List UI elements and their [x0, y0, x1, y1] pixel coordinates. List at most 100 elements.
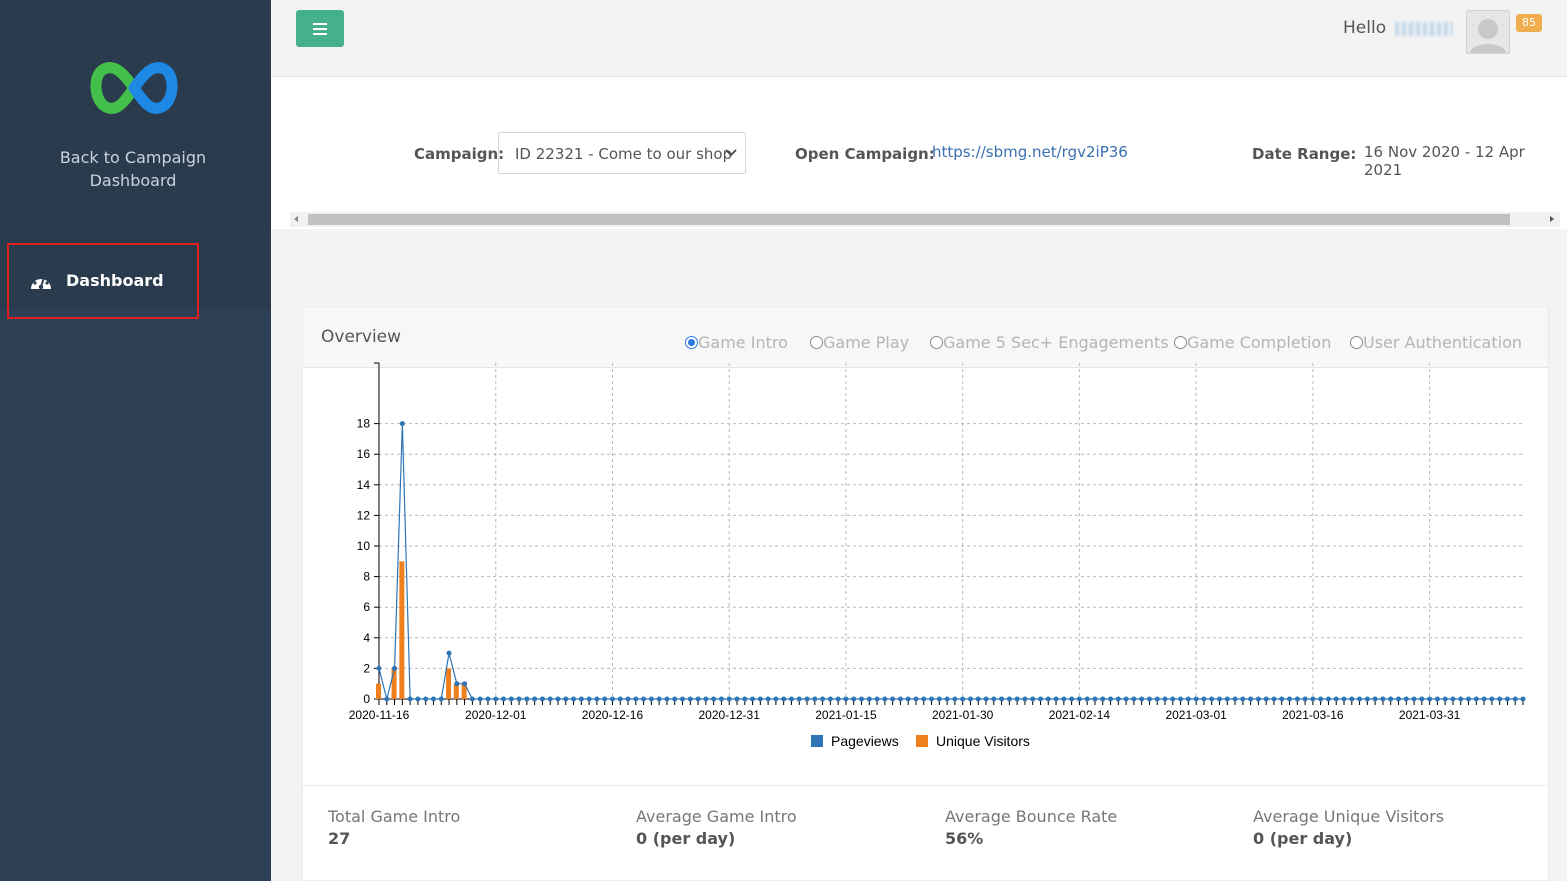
pageviews-point: [1458, 696, 1464, 702]
pageviews-point: [438, 696, 444, 702]
scroll-left-arrow-icon[interactable]: [294, 216, 298, 222]
pageviews-point: [1364, 696, 1370, 702]
top-bar: Hello 85: [271, 0, 1567, 77]
pageviews-point: [703, 696, 709, 702]
notification-badge[interactable]: 85: [1516, 14, 1542, 32]
pageviews-point: [1255, 696, 1261, 702]
pageviews-point: [757, 696, 763, 702]
dashboard-gauge-icon: [31, 276, 51, 290]
y-tick-label: 6: [363, 600, 370, 614]
campaign-select-value: ID 22321 - Come to our shop: [515, 145, 733, 163]
pageviews-point: [571, 696, 577, 702]
pageviews-point: [462, 681, 468, 687]
pageviews-point: [1162, 696, 1168, 702]
back-to-campaign-dashboard-link[interactable]: Back to Campaign Dashboard: [20, 146, 246, 192]
pageviews-point: [773, 696, 779, 702]
menu-toggle-button[interactable]: [296, 10, 344, 47]
pageviews-point: [835, 696, 841, 702]
greeting-text: Hello: [1343, 18, 1387, 38]
x-tick-label: 2021-03-16: [1282, 708, 1344, 722]
pageviews-point: [1084, 696, 1090, 702]
pageviews-point: [1450, 696, 1456, 702]
scroll-right-arrow-icon[interactable]: [1550, 216, 1554, 222]
pageviews-point: [477, 696, 483, 702]
pageviews-point: [921, 696, 927, 702]
pageviews-point: [1287, 696, 1293, 702]
x-tick-label: 2020-12-01: [465, 708, 527, 722]
horizontal-scrollbar[interactable]: [290, 212, 1560, 227]
pageviews-point: [594, 696, 600, 702]
pageviews-point: [890, 696, 896, 702]
date-range-value[interactable]: 16 Nov 2020 - 12 Apr 2021: [1364, 143, 1567, 179]
pageviews-point: [415, 696, 421, 702]
unique-visitors-bar: [446, 668, 452, 699]
y-tick-label: 8: [363, 570, 370, 584]
legend-label-unique-visitors: Unique Visitors: [936, 733, 1030, 749]
pageviews-point: [555, 696, 561, 702]
pageviews-point: [578, 696, 584, 702]
pageviews-point: [991, 696, 997, 702]
pageviews-point: [539, 696, 545, 702]
stat-average-unique-visitors: Average Unique Visitors 0 (per day): [1253, 807, 1444, 848]
infinity-logo-icon[interactable]: [90, 55, 178, 121]
stat-value: 56%: [945, 829, 984, 848]
pageviews-point: [617, 696, 623, 702]
y-tick-label: 0: [363, 692, 370, 706]
pageviews-point: [392, 665, 398, 671]
scrollbar-thumb[interactable]: [308, 214, 1510, 225]
filter-bar: Campaign: ID 22321 - Come to our shop Op…: [271, 77, 1567, 229]
pageviews-point: [1294, 696, 1300, 702]
pageviews-point: [446, 650, 452, 656]
pageviews-point: [1193, 696, 1199, 702]
pageviews-point: [1092, 696, 1098, 702]
stat-average-game-intro: Average Game Intro 0 (per day): [636, 807, 797, 848]
user-avatar[interactable]: [1466, 10, 1510, 54]
pageviews-point: [1123, 696, 1129, 702]
pageviews-point: [1388, 696, 1394, 702]
date-range-label: Date Range:: [1252, 145, 1357, 163]
pageviews-point: [1427, 696, 1433, 702]
pageviews-point: [1224, 696, 1230, 702]
pageviews-point: [407, 696, 413, 702]
pageviews-point: [1216, 696, 1222, 702]
open-campaign-link[interactable]: https://sbmg.net/rgv2iP36: [932, 143, 1128, 161]
pageviews-point: [905, 696, 911, 702]
stat-title: Average Unique Visitors: [1253, 807, 1445, 826]
pageviews-point: [399, 421, 405, 427]
campaign-select[interactable]: ID 22321 - Come to our shop: [498, 132, 746, 174]
pageviews-point: [1349, 696, 1355, 702]
y-tick-label: 12: [357, 508, 371, 522]
pageviews-point: [508, 696, 514, 702]
pageviews-point: [1108, 696, 1114, 702]
pageviews-point: [1512, 696, 1518, 702]
pageviews-point: [929, 696, 935, 702]
pageviews-point: [672, 696, 678, 702]
pageviews-point: [625, 696, 631, 702]
pageviews-point: [1372, 696, 1378, 702]
pageviews-point: [648, 696, 654, 702]
unique-visitors-bar: [391, 668, 397, 699]
pageviews-point: [1178, 696, 1184, 702]
pageviews-point: [493, 696, 499, 702]
pageviews-point: [524, 696, 530, 702]
overview-chart: 0 2 4 6 8 10 12 14 16 18 2020-11-16 2020-12-01 2020-…: [349, 362, 1526, 749]
hamburger-menu-icon: [313, 23, 327, 25]
x-tick-label: 2020-11-16: [349, 708, 410, 722]
pageviews-point: [563, 696, 569, 702]
pageviews-point: [1403, 696, 1409, 702]
pageviews-point: [1434, 696, 1440, 702]
user-silhouette-icon: [1470, 19, 1506, 53]
legend-swatch-unique-visitors: [916, 735, 928, 747]
pageviews-point: [843, 696, 849, 702]
pageviews-point: [781, 696, 787, 702]
pageviews-point: [641, 696, 647, 702]
pageviews-point: [788, 696, 794, 702]
pageviews-point: [1504, 696, 1510, 702]
pageviews-point: [1100, 696, 1106, 702]
pageviews-point: [944, 696, 950, 702]
pageviews-point: [859, 696, 865, 702]
pageviews-point: [469, 696, 475, 702]
x-tick-label: 2021-01-30: [932, 708, 994, 722]
sidebar-item-dashboard[interactable]: Dashboard: [7, 243, 199, 319]
pageviews-point: [1030, 696, 1036, 702]
